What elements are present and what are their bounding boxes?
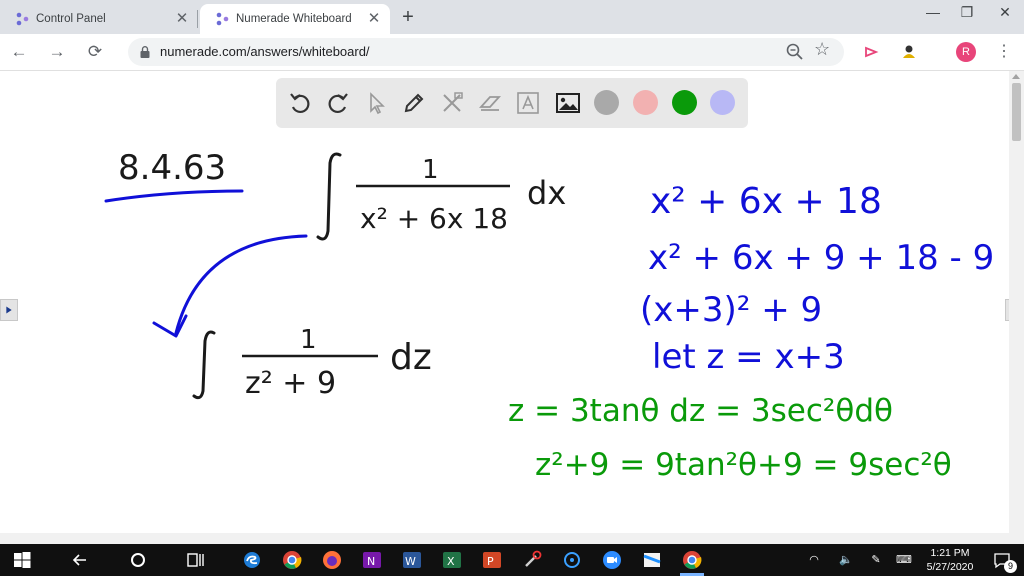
excel-icon[interactable]: X [440, 548, 464, 572]
integral-sign [192, 330, 216, 400]
whiteboard-app-icon[interactable] [640, 548, 664, 572]
scrollbar-thumb[interactable] [1012, 83, 1021, 141]
scroll-up-icon[interactable] [1012, 74, 1020, 79]
problem-number: 8.4.63 [118, 148, 226, 188]
step-line: let z = x+3 [652, 337, 845, 377]
sub-denominator: z² + 9 [245, 366, 336, 401]
profile-avatar[interactable]: R [956, 42, 976, 62]
step-line: (x+3)² + 9 [640, 290, 822, 330]
step-line: z²+9 = 9tan²θ+9 = 9sec²θ [535, 447, 952, 483]
undo-icon[interactable] [286, 89, 314, 117]
zoom-app-icon[interactable] [600, 548, 624, 572]
color-swatch-lavender[interactable] [710, 90, 735, 115]
text-icon[interactable] [514, 89, 542, 117]
tab-control-panel[interactable]: Control Panel ✕ [0, 4, 198, 34]
url-text: numerade.com/answers/whiteboard/ [160, 44, 370, 59]
eraser-icon[interactable] [476, 89, 504, 117]
integral-sign [316, 152, 342, 241]
system-clock[interactable]: 1:21 PM 5/27/2020 [918, 546, 982, 574]
svg-text:P: P [487, 555, 494, 568]
notification-badge: 9 [1004, 560, 1017, 573]
reload-button[interactable]: ⟳ [84, 41, 106, 63]
task-view-icon[interactable] [184, 548, 208, 572]
numerade-logo-icon [16, 12, 29, 26]
tab-strip: Control Panel ✕ Numerade Whiteboard ✕ + … [0, 0, 1024, 34]
whiteboard-page: 8.4.63 1 x² + 6x 18 dx 1 z² + 9 dz x² + … [0, 71, 1024, 544]
vertical-scrollbar[interactable] [1009, 71, 1024, 533]
navigation-bar: ← → ⟳ numerade.com/answers/whiteboard/ ☆… [0, 34, 1024, 71]
forward-button[interactable]: → [46, 41, 68, 63]
tab-title: Numerade Whiteboard [236, 13, 352, 25]
extension-icon[interactable] [860, 41, 882, 63]
sub-numerator: 1 [300, 325, 317, 355]
wifi-icon[interactable]: ◠ [806, 552, 822, 568]
back-button[interactable]: ← [8, 41, 30, 63]
tab-numerade-whiteboard[interactable]: Numerade Whiteboard ✕ [200, 4, 390, 34]
integral-numerator: 1 [422, 155, 439, 185]
pointer-icon[interactable] [362, 89, 390, 117]
keyboard-icon[interactable]: ⌨ [896, 552, 912, 568]
integral-denominator: x² + 6x 18 [360, 202, 508, 235]
sub-dz: dz [390, 337, 432, 378]
word-icon[interactable]: W [400, 548, 424, 572]
close-tab-icon[interactable]: ✕ [174, 11, 190, 27]
color-swatch-pink[interactable] [633, 90, 658, 115]
lock-icon [140, 46, 150, 58]
svg-text:X: X [447, 555, 455, 568]
tools-app-icon[interactable] [520, 548, 544, 572]
minimize-button[interactable]: — [916, 0, 950, 26]
whiteboard-canvas[interactable]: 8.4.63 1 x² + 6x 18 dx 1 z² + 9 dz x² + … [0, 71, 1009, 533]
volume-icon[interactable]: 🔈 [838, 552, 854, 568]
step-line: z = 3tanθ dz = 3sec²θdθ [508, 393, 893, 429]
drawing-toolbar [276, 78, 748, 128]
close-tab-icon[interactable]: ✕ [366, 11, 382, 27]
firefox-icon[interactable] [320, 548, 344, 572]
step-line: x² + 6x + 18 [650, 181, 882, 222]
redo-icon[interactable] [324, 89, 352, 117]
powerpoint-icon[interactable]: P [480, 548, 504, 572]
restore-button[interactable]: ❐ [950, 0, 984, 26]
address-bar[interactable]: numerade.com/answers/whiteboard/ ☆ [128, 38, 844, 66]
close-window-button[interactable]: ✕ [988, 0, 1022, 26]
cortana-icon[interactable] [560, 548, 584, 572]
numerade-logo-icon [216, 12, 229, 26]
tab-separator [197, 10, 198, 28]
clock-time: 1:21 PM [930, 547, 970, 559]
previous-page-button[interactable] [0, 299, 18, 321]
svg-text:W: W [405, 555, 416, 568]
svg-text:N: N [367, 555, 375, 568]
pen-icon[interactable] [400, 89, 428, 117]
color-swatch-green[interactable] [672, 90, 697, 115]
pen-tray-icon[interactable]: ✎ [868, 552, 884, 568]
onenote-icon[interactable]: N [360, 548, 384, 572]
substitution-arrow [174, 234, 308, 335]
clock-date: 5/27/2020 [926, 561, 974, 573]
horizontal-scrollbar[interactable] [0, 533, 1024, 544]
bookmark-star-icon[interactable]: ☆ [814, 39, 830, 60]
color-swatch-gray[interactable] [594, 90, 619, 115]
new-tab-button[interactable]: + [397, 6, 419, 28]
chrome-active-icon[interactable] [680, 548, 704, 572]
problem-underline [104, 189, 244, 203]
tab-title: Control Panel [36, 13, 106, 25]
chrome-icon[interactable] [280, 548, 304, 572]
search-circle-icon[interactable] [126, 548, 150, 572]
extension-icon[interactable] [898, 41, 920, 63]
windows-start-icon[interactable] [10, 548, 34, 572]
zoom-icon[interactable] [784, 41, 806, 63]
edge-icon[interactable] [240, 548, 264, 572]
back-arrow-icon[interactable] [68, 548, 92, 572]
integral-dx: dx [527, 174, 566, 212]
windows-taskbar: N W X P ◠ 🔈 ✎ ⌨ 1:21 PM 5/27/2020 9 [0, 544, 1024, 576]
browser-menu-icon[interactable]: ⋮ [994, 40, 1014, 64]
step-line: x² + 6x + 9 + 18 - 9 [648, 238, 994, 278]
image-icon[interactable] [554, 89, 582, 117]
tools-icon[interactable] [438, 89, 466, 117]
